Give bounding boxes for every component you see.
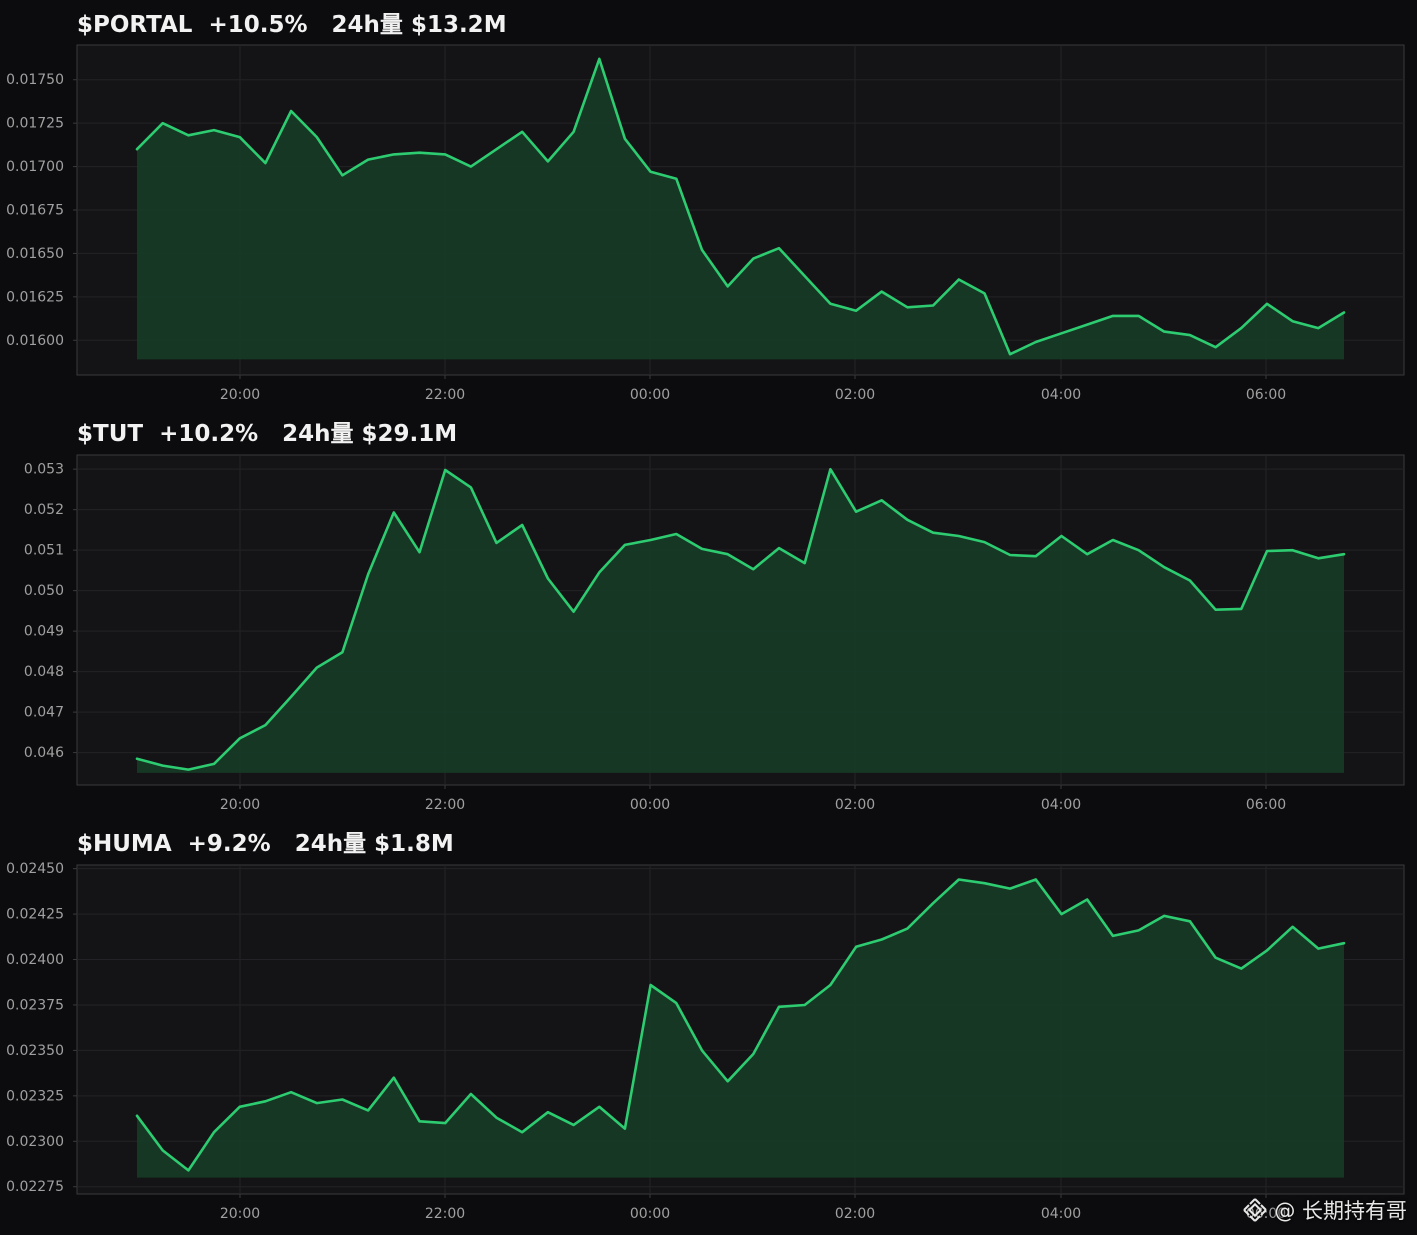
- x-tick-label: 04:00: [1041, 797, 1081, 813]
- binance-logo-icon: [1243, 1198, 1268, 1222]
- y-tick-label: 0.02425: [6, 907, 64, 923]
- y-tick-label: 0.01675: [6, 203, 64, 219]
- y-tick-label: 0.02275: [6, 1179, 64, 1195]
- y-tick-label: 0.02300: [6, 1134, 64, 1150]
- chart-panel-1: 0.01600 0.01625 0.01650 0.01675 0.01700 0.017…: [6, 12, 1405, 403]
- y-tick-label: 0.02325: [6, 1088, 64, 1104]
- x-tick-label: 02:00: [835, 797, 875, 813]
- y-tick-label: 0.047: [24, 705, 64, 721]
- y-tick-label: 0.02375: [6, 997, 64, 1013]
- x-tick-label: 02:00: [835, 1206, 875, 1222]
- x-tick-label: 06:00: [1246, 387, 1286, 403]
- x-tick-label: 04:00: [1041, 1206, 1081, 1222]
- x-tick-label: 04:00: [1041, 387, 1081, 403]
- y-tick-label: 0.02350: [6, 1043, 64, 1059]
- y-tick-label: 0.02450: [6, 861, 64, 877]
- y-tick-label: 0.049: [24, 624, 64, 640]
- x-tick-label: 20:00: [220, 1206, 260, 1222]
- x-tick-label: 22:00: [425, 387, 465, 403]
- y-tick-label: 0.051: [24, 543, 64, 559]
- x-tick-label: 00:00: [630, 797, 670, 813]
- charts-canvas: 0.01600 0.01625 0.01650 0.01675 0.01700 0.017…: [6, 12, 1405, 1222]
- y-tick-label: 0.01700: [6, 159, 64, 175]
- x-tick-label: 22:00: [425, 1206, 465, 1222]
- x-tick-label: 00:00: [630, 1206, 670, 1222]
- chart-title: $PORTAL +10.5% 24h量 $13.2M: [77, 12, 507, 38]
- chart-panel-2: 0.046 0.047 0.048 0.049 0.050 0.051 0.052 0.053…: [24, 421, 1405, 813]
- y-tick-label: 0.053: [24, 462, 64, 478]
- x-tick-label: 06:00: [1246, 797, 1286, 813]
- x-tick-label: 00:00: [630, 387, 670, 403]
- x-tick-label: 20:00: [220, 387, 260, 403]
- x-tick-label: 22:00: [425, 797, 465, 813]
- watermark-text: @ 长期持有哥: [1274, 1199, 1407, 1223]
- x-tick-label: 02:00: [835, 387, 875, 403]
- y-tick-label: 0.050: [24, 583, 64, 599]
- y-tick-label: 0.01625: [6, 289, 64, 305]
- y-tick-label: 0.052: [24, 502, 64, 518]
- y-tick-label: 0.01725: [6, 116, 64, 132]
- chart-panel-3: 0.02275 0.02300 0.02325 0.02350 0.02375 0.024…: [6, 831, 1405, 1222]
- y-tick-label: 0.01750: [6, 72, 64, 88]
- y-tick-label: 0.046: [24, 745, 64, 761]
- y-tick-label: 0.02400: [6, 952, 64, 968]
- y-tick-label: 0.01600: [6, 333, 64, 349]
- chart-title: $HUMA +9.2% 24h量 $1.8M: [77, 831, 454, 857]
- chart-title: $TUT +10.2% 24h量 $29.1M: [77, 421, 457, 447]
- x-tick-label: 20:00: [220, 797, 260, 813]
- y-tick-label: 0.01650: [6, 246, 64, 262]
- y-tick-label: 0.048: [24, 664, 64, 680]
- watermark: @ 长期持有哥: [1242, 1195, 1407, 1225]
